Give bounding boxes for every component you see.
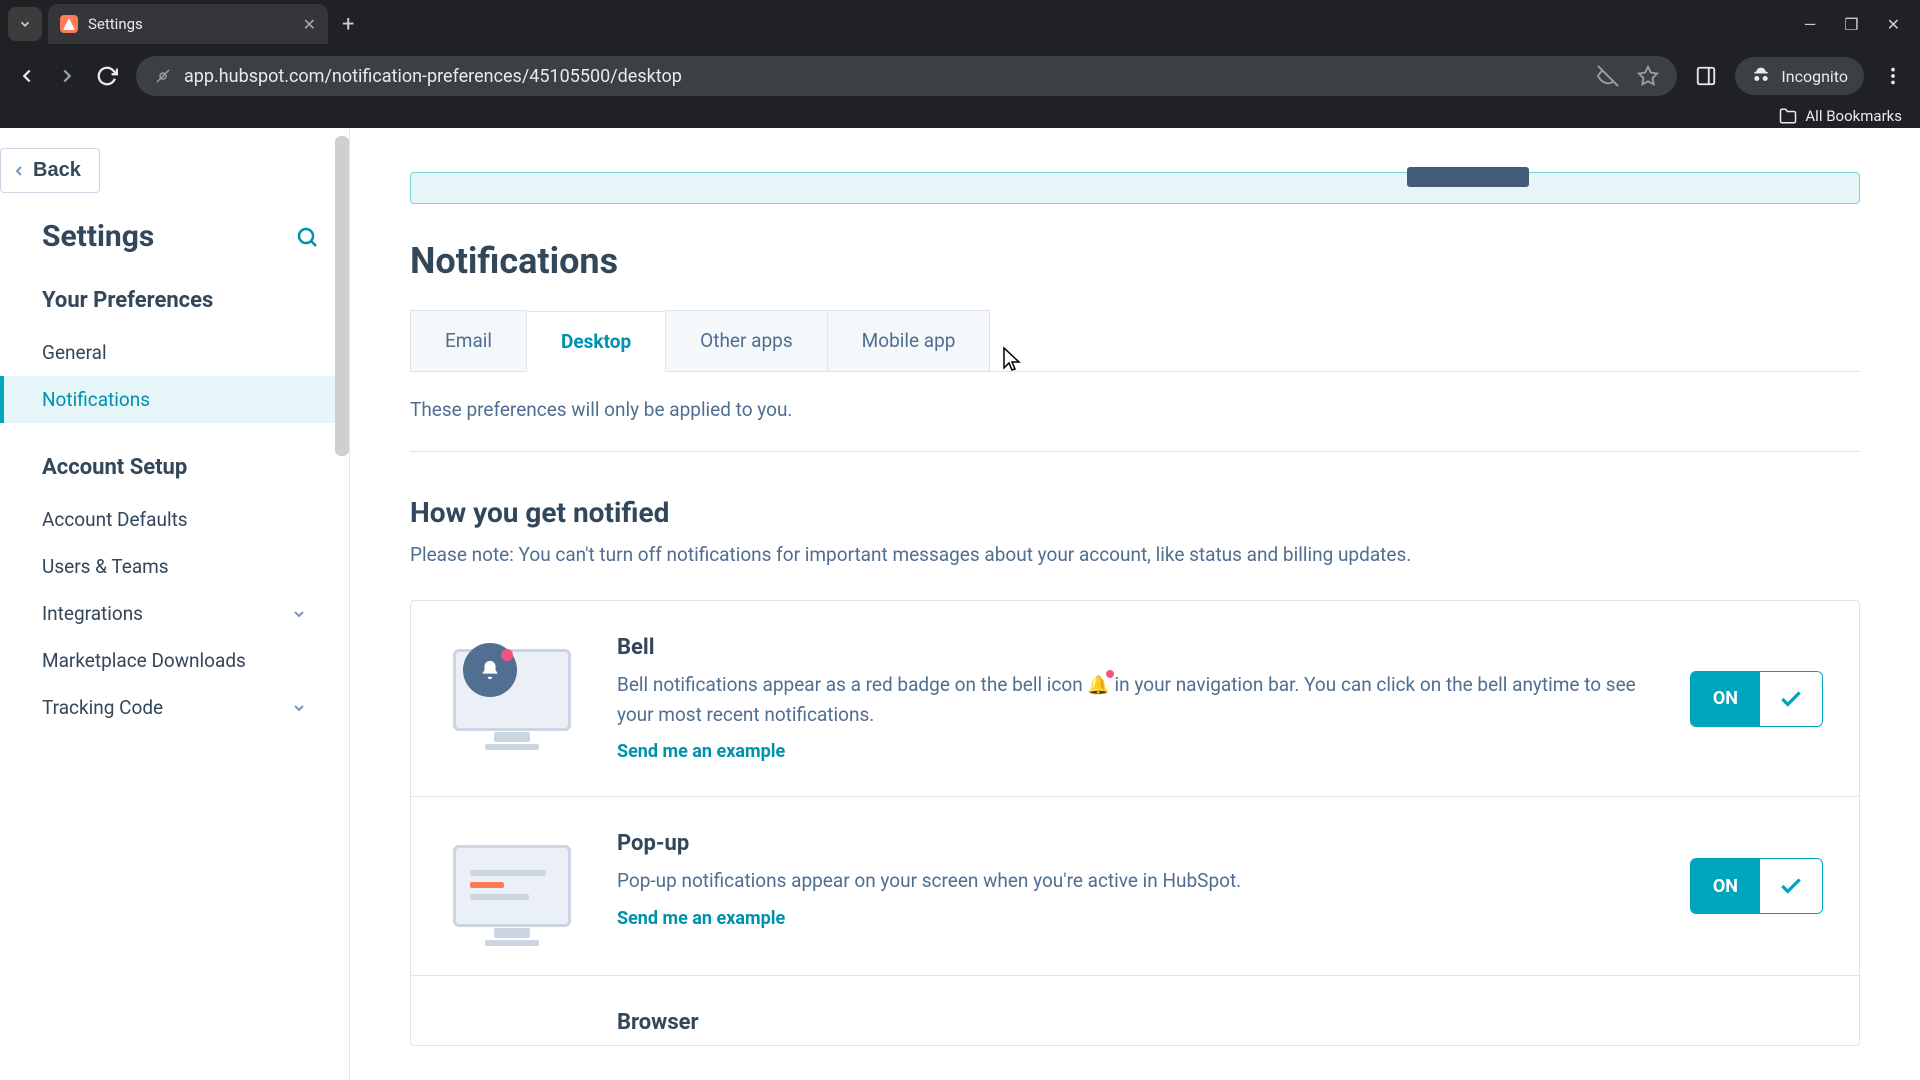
back-label: Back [33,159,81,182]
tab-other-apps[interactable]: Other apps [665,310,827,371]
chevron-down-icon [291,700,307,716]
popup-description: Pop-up notifications appear on your scre… [617,866,1650,895]
popup-illustration [447,831,577,941]
sidebar-scrollbar[interactable] [335,136,349,456]
toggle-on-label: ON [1691,672,1760,726]
address-bar[interactable]: app.hubspot.com/notification-preferences… [136,56,1677,96]
main-content: Notifications Email Desktop Other apps M… [350,128,1920,1080]
popup-title: Pop-up [617,831,1650,856]
bookmark-star-icon[interactable] [1637,65,1659,87]
sidebar-item-marketplace-downloads[interactable]: Marketplace Downloads [0,637,349,684]
bookmark-bar: All Bookmarks [0,104,1920,128]
sidebar-item-account-defaults[interactable]: Account Defaults [0,496,349,543]
minimize-button[interactable]: — [1804,15,1817,34]
how-notified-heading: How you get notified [410,496,1860,529]
folder-icon [1779,107,1797,125]
bell-title: Bell [617,635,1650,660]
sidebar-item-general[interactable]: General [0,329,349,376]
tab-search-button[interactable] [8,7,42,41]
bell-description: Bell notifications appear as a red badge… [617,670,1650,729]
bell-illustration [447,635,577,745]
chevron-down-icon [291,606,307,622]
settings-title: Settings [42,219,154,254]
section-account-setup: Account Setup [0,455,349,496]
site-info-icon[interactable] [154,67,172,85]
tab-title: Settings [88,15,143,33]
bell-toggle[interactable]: ON [1690,671,1823,727]
back-button[interactable]: Back [0,148,100,193]
page-title: Notifications [410,240,1860,282]
method-popup: Pop-up Pop-up notifications appear on yo… [411,797,1859,976]
sidebar-item-label: Tracking Code [42,696,163,719]
banner-action-button[interactable] [1407,167,1529,187]
address-row: app.hubspot.com/notification-preferences… [0,48,1920,104]
sidebar-item-label: Integrations [42,602,143,625]
tab-mobile-app[interactable]: Mobile app [827,310,991,371]
notification-methods-list: Bell Bell notifications appear as a red … [410,600,1860,1046]
settings-sidebar: Back Settings Your Preferences General N… [0,128,350,1080]
sidebar-item-users-teams[interactable]: Users & Teams [0,543,349,590]
browser-title: Browser [617,1010,1823,1035]
reload-icon[interactable] [96,65,118,87]
app-viewport: Back Settings Your Preferences General N… [0,128,1920,1080]
all-bookmarks-link[interactable]: All Bookmarks [1805,107,1902,125]
info-banner [410,172,1860,204]
bell-inline-icon: 🔔 [1087,672,1109,700]
channel-tabs: Email Desktop Other apps Mobile app [410,310,1860,372]
sidebar-item-label: Notifications [42,388,150,411]
bell-icon [463,643,517,697]
incognito-label: Incognito [1781,67,1848,86]
method-bell: Bell Bell notifications appear as a red … [411,601,1859,797]
browser-chrome: Settings ✕ + — ❐ ✕ app.hubspot.com/notif… [0,0,1920,128]
popup-toggle[interactable]: ON [1690,858,1823,914]
search-icon[interactable] [295,225,319,249]
popup-send-example-link[interactable]: Send me an example [617,908,785,929]
close-window-button[interactable]: ✕ [1887,15,1900,34]
check-icon [1760,672,1822,726]
bell-desc-a: Bell notifications appear as a red badge… [617,673,1087,696]
kebab-menu-icon[interactable] [1882,65,1904,87]
browser-illustration [447,1010,577,1030]
browser-tab[interactable]: Settings ✕ [48,4,328,44]
tab-strip: Settings ✕ + — ❐ ✕ [0,0,1920,48]
section-your-preferences: Your Preferences [0,288,349,329]
scope-hint: These preferences will only be applied t… [410,372,1860,452]
check-icon [1760,859,1822,913]
tab-email[interactable]: Email [410,310,527,371]
sidebar-item-tracking-code[interactable]: Tracking Code [0,684,349,731]
tab-desktop[interactable]: Desktop [526,311,666,372]
new-tab-button[interactable]: + [334,8,362,41]
incognito-badge[interactable]: Incognito [1735,57,1864,95]
close-tab-icon[interactable]: ✕ [303,15,316,34]
hubspot-favicon [60,15,78,33]
forward-nav-icon[interactable] [56,65,78,87]
bell-send-example-link[interactable]: Send me an example [617,741,785,762]
method-browser: Browser [411,976,1859,1045]
eye-off-icon[interactable] [1597,65,1619,87]
window-controls: — ❐ ✕ [1804,15,1912,34]
sidebar-item-integrations[interactable]: Integrations [0,590,349,637]
url-text: app.hubspot.com/notification-preferences… [184,66,682,87]
toggle-on-label: ON [1691,859,1760,913]
note-text: Please note: You can't turn off notifica… [410,543,1860,566]
back-nav-icon[interactable] [16,65,38,87]
panel-icon[interactable] [1695,65,1717,87]
sidebar-item-label: Users & Teams [42,555,169,578]
sidebar-item-label: Marketplace Downloads [42,649,246,672]
maximize-button[interactable]: ❐ [1844,15,1858,34]
sidebar-item-notifications[interactable]: Notifications [0,376,349,423]
sidebar-item-label: Account Defaults [42,508,188,531]
sidebar-item-label: General [42,341,107,364]
